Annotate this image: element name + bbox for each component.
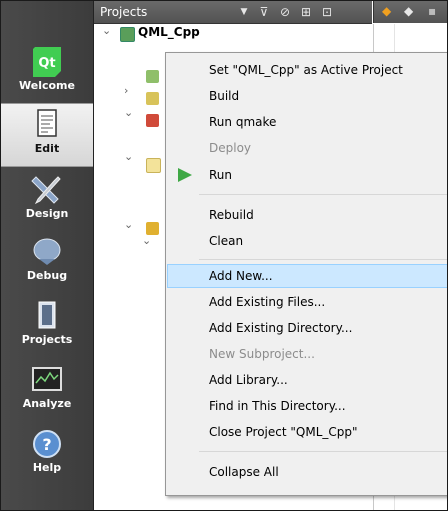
close-panel-icon[interactable]: ⊡: [319, 4, 335, 20]
menu-item-run[interactable]: Run: [167, 163, 447, 187]
mode-projects[interactable]: Projects: [1, 295, 93, 357]
forward-arrow-icon[interactable]: ◆: [404, 4, 413, 18]
menu-item-label: Collapse All: [209, 465, 279, 479]
mode-bar: Qt Welcome Edit Design Debug Projects An…: [1, 1, 94, 510]
menu-item-label: Run qmake: [209, 115, 277, 129]
help-icon: ?: [33, 430, 61, 458]
panel-title[interactable]: Projects: [100, 5, 147, 19]
menu-item-deploy: Deploy: [167, 136, 447, 160]
chevron-down-icon[interactable]: ▼: [236, 4, 252, 20]
menu-item-rebuild[interactable]: Rebuild: [167, 203, 447, 227]
split-icon[interactable]: ⊞: [298, 4, 314, 20]
menu-item-label: New Subproject...: [209, 347, 315, 361]
lock-icon: ▪: [428, 4, 437, 18]
mode-help[interactable]: ? Help: [1, 423, 93, 485]
design-pencil-icon: [31, 176, 61, 205]
menu-item-label: Build: [209, 89, 240, 103]
menu-item-label: Rebuild: [209, 208, 254, 222]
menu-item-label: Run: [209, 168, 233, 182]
analyze-monitor-icon: [32, 367, 62, 391]
menu-item-label: Close Project "QML_Cpp": [209, 425, 358, 439]
sources-folder-icon: [146, 158, 161, 173]
mode-welcome[interactable]: Qt Welcome: [1, 41, 93, 103]
menu-item-label: Add Existing Directory...: [209, 321, 353, 335]
mode-debug[interactable]: Debug: [1, 231, 93, 293]
mode-label: Debug: [26, 269, 68, 282]
editor-toolbar: ◆ ◆ ▪: [373, 1, 447, 23]
edit-document-icon: [37, 109, 57, 137]
menu-item-set-active-project[interactable]: Set "QML_Cpp" as Active Project: [167, 58, 447, 82]
mode-analyze[interactable]: Analyze: [1, 359, 93, 421]
link-icon[interactable]: ⊘: [277, 4, 293, 20]
projects-panel-header: Projects ▼ ⊽ ⊘ ⊞ ⊡: [94, 1, 372, 24]
menu-item-label: Add Library...: [209, 373, 288, 387]
menu-item-label: Deploy: [209, 141, 252, 155]
projects-icon: [38, 301, 56, 329]
folder-icon: [146, 92, 159, 105]
mode-label: Edit: [34, 142, 60, 155]
mode-label: Analyze: [22, 397, 72, 410]
menu-item-find-in-directory[interactable]: Find in This Directory...: [167, 394, 447, 418]
run-triangle-icon: [178, 168, 192, 182]
filter-icon[interactable]: ⊽: [256, 4, 272, 20]
menu-item-add-existing-directory[interactable]: Add Existing Directory...: [167, 316, 447, 340]
chevron-down-icon[interactable]: ⌄: [124, 218, 133, 231]
menu-separator: [199, 451, 447, 452]
qt-creator-window: Qt Welcome Edit Design Debug Projects An…: [0, 0, 448, 511]
menu-item-collapse-all[interactable]: Collapse All: [167, 460, 447, 484]
menu-item-label: Set "QML_Cpp" as Active Project: [209, 63, 403, 77]
mode-label: Welcome: [19, 79, 75, 92]
chevron-down-icon[interactable]: ⌄: [102, 24, 111, 37]
menu-item-new-subproject: New Subproject...: [167, 342, 447, 366]
chevron-down-icon[interactable]: ⌄: [124, 150, 133, 163]
project-context-menu: Set "QML_Cpp" as Active Project Build Ru…: [165, 52, 447, 496]
menu-item-add-library[interactable]: Add Library...: [167, 368, 447, 392]
menu-item-label: Add Existing Files...: [209, 295, 326, 309]
chevron-right-icon[interactable]: ›: [124, 84, 128, 97]
menu-separator: [199, 194, 447, 195]
menu-item-add-existing-files[interactable]: Add Existing Files...: [167, 290, 447, 314]
back-arrow-icon[interactable]: ◆: [382, 4, 391, 18]
menu-item-label: Find in This Directory...: [209, 399, 346, 413]
headers-folder-icon: [146, 114, 159, 127]
pro-file-icon: [146, 70, 159, 83]
chevron-down-icon[interactable]: ⌄: [124, 106, 133, 119]
mode-edit[interactable]: Edit: [1, 103, 93, 167]
menu-item-label: Add New...: [209, 269, 273, 283]
menu-item-close-project[interactable]: Close Project "QML_Cpp": [167, 420, 447, 444]
menu-item-run-qmake[interactable]: Run qmake: [167, 110, 447, 134]
svg-text:Qt: Qt: [38, 56, 55, 71]
menu-item-add-new[interactable]: Add New...: [167, 264, 447, 288]
mode-label: Projects: [21, 333, 73, 346]
project-name[interactable]: QML_Cpp: [138, 25, 200, 39]
chevron-down-icon[interactable]: ⌄: [142, 234, 151, 247]
svg-text:?: ?: [42, 435, 51, 454]
menu-item-build[interactable]: Build: [167, 84, 447, 108]
mode-label: Help: [32, 461, 62, 474]
mode-label: Design: [25, 207, 69, 220]
qt-logo-icon: Qt: [33, 47, 61, 77]
debug-bug-icon: [33, 238, 61, 265]
mode-design[interactable]: Design: [1, 169, 93, 231]
menu-item-clean[interactable]: Clean: [167, 229, 447, 253]
menu-separator: [199, 259, 447, 260]
project-icon: [120, 27, 135, 42]
menu-item-label: Clean: [209, 234, 244, 248]
